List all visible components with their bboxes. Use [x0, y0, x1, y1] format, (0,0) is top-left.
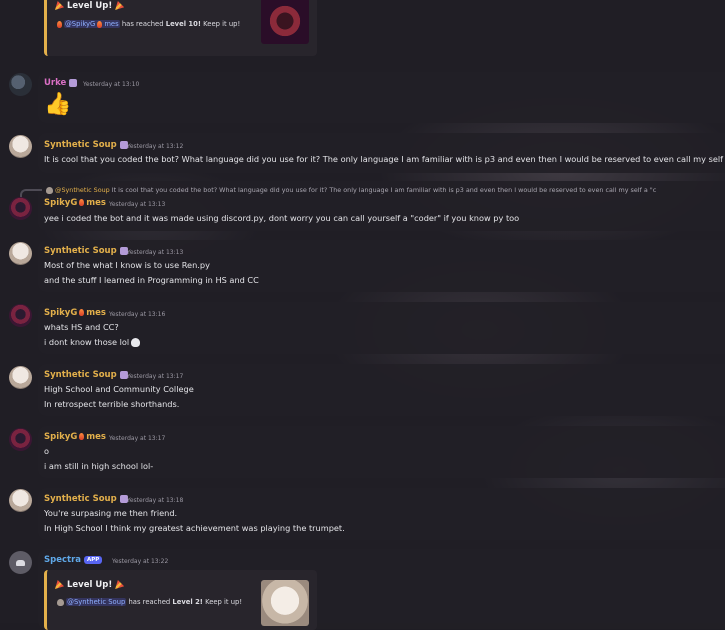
avatar[interactable] — [9, 242, 32, 265]
skull-emoji — [131, 338, 141, 347]
author-name[interactable]: Synthetic Soup — [44, 246, 128, 256]
author-name[interactable]: Synthetic Soup — [44, 370, 128, 380]
message-text: You're surpasing me then friend. — [44, 508, 178, 518]
author-name[interactable]: Synthetic Soup — [44, 494, 128, 504]
embed-thumbnail[interactable] — [261, 580, 309, 626]
message-text: i am still in high school lol- — [44, 461, 154, 471]
embed-thumbnail[interactable] — [261, 0, 309, 44]
level-up-embed: Level Up! @Synthetic Soup has reached Le… — [44, 570, 317, 630]
app-badge: APP — [84, 555, 103, 564]
author-name[interactable]: SpikyG mes — [44, 308, 106, 318]
message-spikyg — [38, 302, 725, 354]
avatar-mini-icon — [57, 20, 62, 28]
fire-icon — [79, 199, 85, 206]
user-mention[interactable]: @Synthetic Soup — [66, 598, 127, 606]
bot-avatar-icon — [16, 559, 25, 566]
fire-icon — [79, 433, 85, 440]
message-synthetic-soup — [38, 133, 725, 173]
avatar[interactable] — [9, 489, 32, 512]
party-popper-icon — [115, 1, 125, 10]
avatar[interactable] — [9, 428, 32, 451]
role-badge-icon — [69, 78, 78, 87]
message-text: o — [44, 446, 50, 456]
message-text: whats HS and CC? — [44, 322, 119, 332]
fire-icon — [97, 20, 103, 28]
fire-icon — [79, 309, 85, 316]
timestamp: Yesterday at 13:18 — [127, 497, 184, 504]
author-name[interactable]: Urke — [44, 78, 78, 88]
message-text: In High School I think my greatest achie… — [44, 523, 345, 533]
author-name[interactable]: Spectra APP — [44, 555, 103, 565]
avatar[interactable] — [9, 304, 32, 327]
author-name[interactable]: SpikyG mes — [44, 432, 106, 442]
avatar[interactable] — [9, 197, 32, 220]
message-text: It is cool that you coded the bot? What … — [44, 154, 725, 164]
reply-preview[interactable]: @Synthetic Soup It is cool that you code… — [44, 186, 656, 194]
message-text: In retrospect terrible shorthands. — [44, 399, 180, 409]
avatar[interactable] — [9, 73, 32, 96]
embed-description: @SpikyG mes has reached Level 10! Keep it… — [55, 20, 240, 28]
message-urke — [38, 72, 725, 123]
avatar[interactable] — [9, 551, 32, 574]
level-up-embed-top: Level Up! @SpikyG mes has reached Level 1… — [44, 0, 317, 56]
thumbs-up-emoji: 👍 — [44, 92, 72, 117]
timestamp: Yesterday at 13:17 — [109, 435, 166, 442]
embed-title: Level Up! — [55, 1, 125, 11]
message-text: yee i coded the bot and it was made usin… — [44, 213, 520, 223]
party-popper-icon — [55, 1, 64, 10]
avatar[interactable] — [9, 135, 32, 158]
embed-title: Level Up! — [55, 580, 125, 590]
message-text: Most of the what I know is to use Ren.py — [44, 260, 210, 270]
timestamp: Yesterday at 13:17 — [127, 373, 184, 380]
reply-avatar-icon — [46, 186, 53, 194]
user-mention[interactable]: @SpikyG mes — [64, 20, 120, 28]
timestamp: Yesterday at 13:13 — [109, 201, 166, 208]
author-name[interactable]: Synthetic Soup — [44, 140, 128, 150]
timestamp: Yesterday at 13:16 — [109, 311, 166, 318]
timestamp: Yesterday at 13:12 — [127, 143, 184, 150]
message-text: and the stuff I learned in Programming i… — [44, 275, 259, 285]
author-name[interactable]: SpikyG mes — [44, 198, 106, 208]
message-text: High School and Community College — [44, 384, 194, 394]
party-popper-icon — [115, 580, 125, 589]
timestamp: Yesterday at 13:10 — [83, 81, 140, 88]
message-text: i dont know those lol — [44, 337, 141, 347]
avatar-mini-icon — [57, 598, 64, 606]
party-popper-icon — [55, 580, 64, 589]
embed-description: @Synthetic Soup has reached Level 2! Kee… — [55, 598, 242, 606]
timestamp: Yesterday at 13:22 — [112, 558, 169, 565]
avatar[interactable] — [9, 366, 32, 389]
timestamp: Yesterday at 13:13 — [127, 249, 184, 256]
